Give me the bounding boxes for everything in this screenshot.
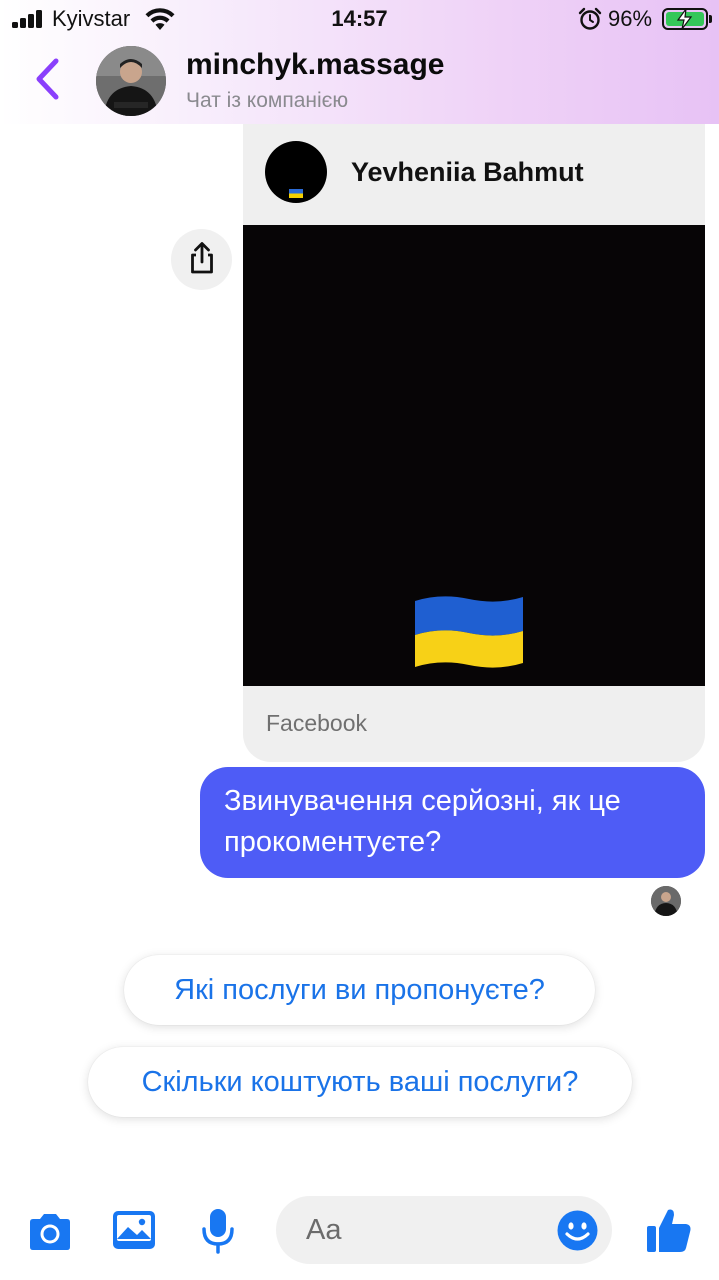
message-input[interactable]: Aa [276, 1196, 612, 1264]
post-source-label: Facebook [266, 710, 368, 736]
status-bar: Kyivstar 14:57 96% [0, 0, 719, 40]
shared-post-header: Yevheniia Bahmut [243, 124, 705, 225]
quick-reply-button[interactable]: Скільки коштують ваші послуги? [88, 1047, 632, 1117]
emoji-icon[interactable] [556, 1209, 599, 1252]
read-receipt-avatar [651, 886, 681, 916]
camera-icon[interactable] [26, 1212, 74, 1252]
alarm-icon [578, 7, 602, 30]
message-input-placeholder: Aa [306, 1214, 342, 1246]
ukraine-flag-icon [415, 596, 523, 668]
chat-header: minchyk.massage Чат із компанією [0, 40, 719, 124]
chat-subtitle: Чат із компанією [186, 89, 349, 112]
gallery-icon[interactable] [112, 1210, 156, 1250]
share-icon [191, 242, 213, 274]
chat-title[interactable]: minchyk.massage [186, 48, 444, 82]
microphone-icon[interactable] [200, 1208, 236, 1254]
battery-charging-icon [662, 8, 708, 30]
share-button[interactable] [171, 229, 232, 290]
post-author-name: Yevheniia Bahmut [351, 157, 584, 187]
battery-tip [709, 15, 712, 23]
message-composer: Aa [0, 1180, 719, 1280]
header-area: Kyivstar 14:57 96% minchyk.massage Чат і… [0, 0, 719, 124]
outgoing-message[interactable]: Звинувачення серйозні, як це прокоментує… [200, 767, 705, 878]
avatar[interactable] [96, 46, 166, 116]
post-author-avatar [265, 141, 327, 203]
shared-post-card[interactable]: Yevheniia Bahmut Facebook [243, 124, 705, 762]
post-image[interactable] [243, 225, 705, 686]
ukraine-flag-icon [289, 189, 303, 198]
battery-percent: 96% [608, 6, 653, 31]
back-chevron-icon[interactable] [30, 56, 64, 102]
thumbs-up-icon[interactable] [645, 1206, 693, 1254]
quick-reply-button[interactable]: Які послуги ви пропонуєте? [124, 955, 595, 1025]
